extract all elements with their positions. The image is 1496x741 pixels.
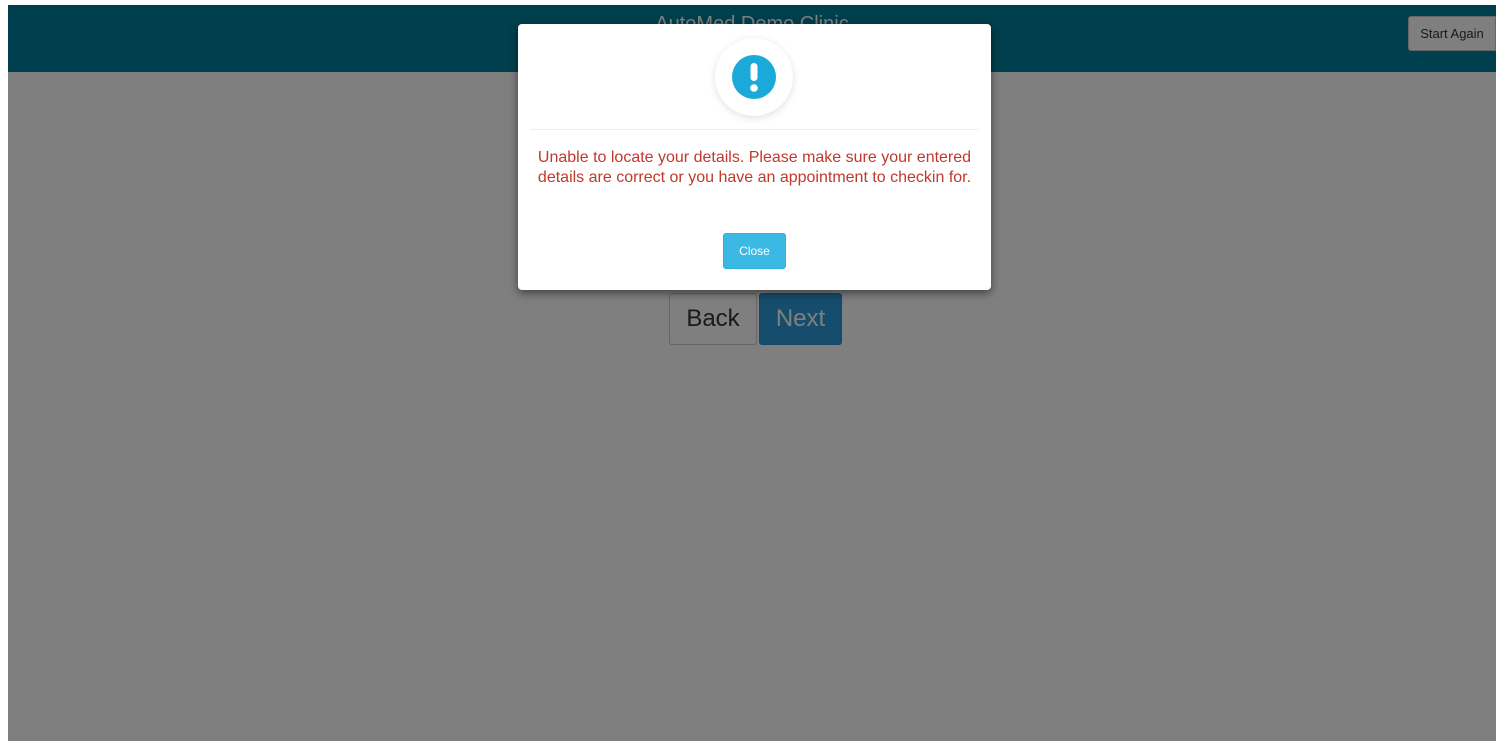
page: AutoMed Demo Clinic Start Again Back Nex…	[8, 5, 1496, 741]
error-message: Unable to locate your details. Please ma…	[537, 149, 972, 186]
dialog-divider	[530, 129, 979, 130]
close-button[interactable]: Close	[723, 233, 786, 269]
exclamation-icon	[732, 55, 776, 99]
error-dialog: Unable to locate your details. Please ma…	[518, 24, 991, 290]
alert-icon-container	[715, 38, 793, 116]
